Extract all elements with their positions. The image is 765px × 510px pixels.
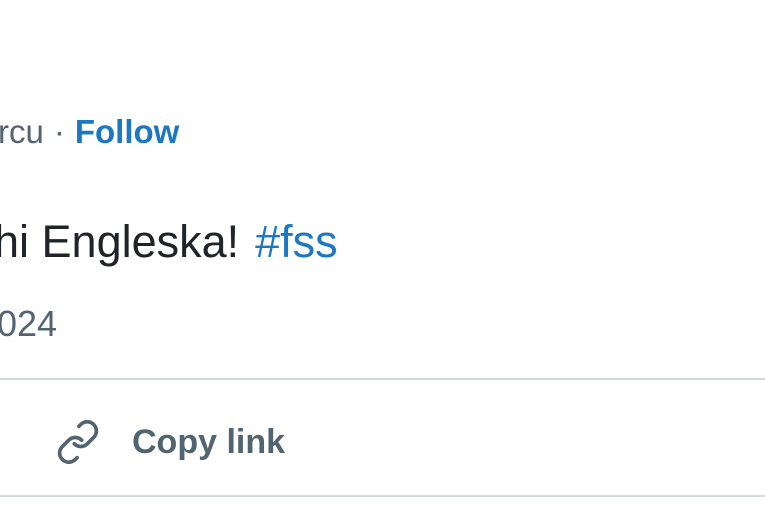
divider (0, 378, 765, 380)
hashtag-link[interactable]: #fss (255, 216, 338, 268)
copy-link-label: Copy link (132, 422, 286, 461)
divider (0, 495, 765, 497)
tweet-header: rcu · Follow (0, 108, 179, 156)
tweet-text: hi Engleska! (0, 216, 240, 267)
header-separator: · (53, 113, 65, 150)
tweet-body: hi Engleska! #fss (0, 212, 338, 272)
follow-button[interactable]: Follow (75, 113, 179, 151)
tweet-timestamp[interactable]: 024 (0, 302, 57, 346)
author-name[interactable]: rcu (0, 113, 44, 151)
link-icon (52, 416, 104, 468)
copy-link-button[interactable]: Copy link (52, 412, 285, 472)
tweet-card: rcu · Follow hi Engleska! #fss 024 Copy … (0, 0, 765, 510)
